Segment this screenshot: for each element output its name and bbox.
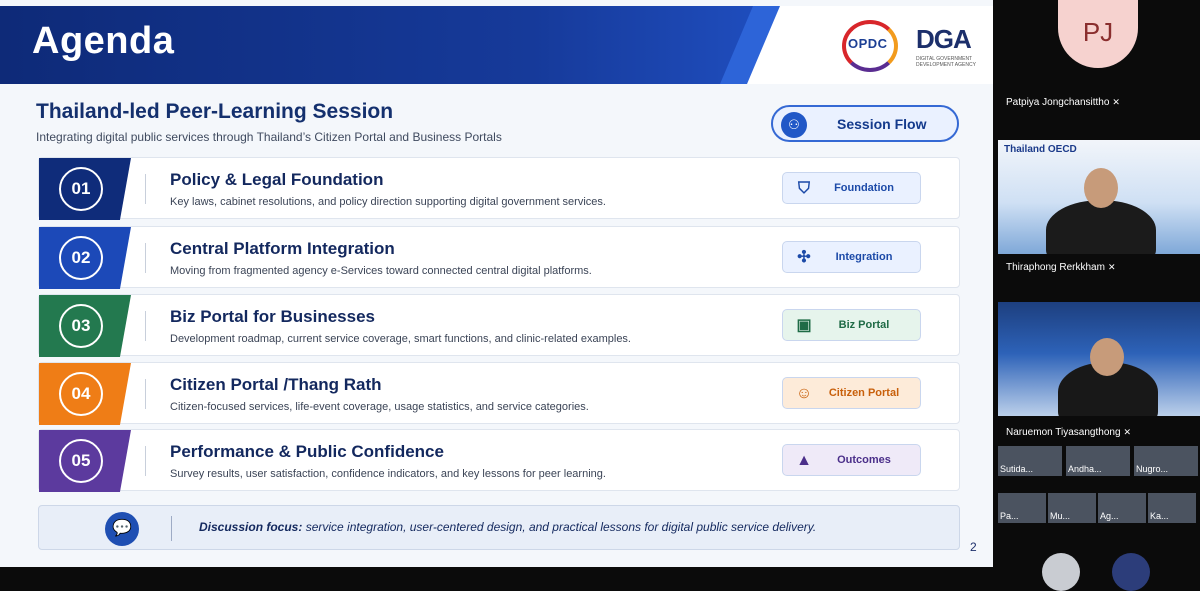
item-tag: ▲ Outcomes — [782, 444, 921, 476]
item-tag-label: Citizen Portal — [828, 387, 900, 399]
item-description: Development roadmap, current service cov… — [170, 333, 631, 345]
person-silhouette — [1046, 200, 1156, 254]
participant-name: Thiraphong Rerkkham ✕ — [1006, 262, 1116, 273]
avatar[interactable] — [1112, 553, 1150, 591]
agenda-item: 01 Policy & Legal Foundation Key laws, c… — [38, 157, 960, 220]
discussion-label: Discussion focus: — [199, 520, 303, 534]
agenda-item: 02 Central Platform Integration Moving f… — [38, 226, 960, 289]
item-description: Key laws, cabinet resolutions, and polic… — [170, 196, 606, 208]
item-number: 01 — [59, 167, 103, 211]
divider — [145, 379, 146, 409]
item-title: Performance & Public Confidence — [170, 442, 444, 461]
item-number: 02 — [59, 236, 103, 280]
video-tile[interactable]: Thailand OECD — [998, 140, 1200, 254]
avatar[interactable] — [1042, 553, 1080, 591]
video-overlay-logo: Thailand OECD — [1004, 144, 1077, 155]
slide-header: Agenda OPDC DGA DIGITAL GOVERNMENT DEVEL… — [0, 6, 993, 84]
participant-name: Patpiya Jongchansittho ✕ — [1006, 97, 1120, 108]
item-number: 04 — [59, 372, 103, 416]
thumb-tile[interactable]: Mu... — [1048, 493, 1096, 523]
session-flow-label: Session Flow — [837, 116, 927, 132]
item-title: Policy & Legal Foundation — [170, 170, 384, 189]
chat-icon: 💬 — [105, 512, 139, 546]
dga-logo-subtext: DIGITAL GOVERNMENT DEVELOPMENT AGENCY — [916, 56, 976, 68]
session-subtitle: Integrating digital public services thro… — [36, 130, 502, 144]
item-tag-label: Integration — [835, 251, 893, 263]
participants-panel: PJ Patpiya Jongchansittho ✕ Thailand OECD… — [996, 0, 1200, 591]
discussion-body: service integration, user-centered desig… — [305, 520, 817, 534]
mic-off-icon: ✕ — [1107, 262, 1116, 272]
thumb-tile[interactable]: Pa... — [998, 493, 1046, 523]
video-tile[interactable] — [998, 302, 1200, 416]
item-tag: ⛉ Foundation — [782, 172, 921, 204]
slide-title: Agenda — [32, 20, 175, 62]
item-description: Moving from fragmented agency e-Services… — [170, 265, 592, 277]
shield-icon: ⛉ — [797, 180, 810, 197]
thumb-tile[interactable]: Andha... — [1066, 446, 1130, 476]
person-head — [1090, 338, 1124, 376]
item-tag-label: Outcomes — [837, 454, 891, 466]
briefcase-icon: ▣ — [796, 317, 812, 334]
session-title: Thailand-led Peer-Learning Session — [36, 100, 394, 123]
thumb-tile[interactable]: Ka... — [1148, 493, 1196, 523]
item-tag-label: Foundation — [834, 182, 894, 194]
item-tag: ✣ Integration — [782, 241, 921, 273]
number-block: 02 — [39, 227, 131, 289]
chart-icon: ▲ — [796, 452, 812, 469]
thumb-tile[interactable]: Ag... — [1098, 493, 1146, 523]
item-tag: ▣ Biz Portal — [782, 309, 921, 341]
mic-off-icon: ✕ — [1112, 97, 1120, 107]
mic-off-icon: ✕ — [1123, 427, 1132, 437]
agenda-item: 05 Performance & Public Confidence Surve… — [38, 429, 960, 492]
number-block: 05 — [39, 430, 131, 492]
item-tag-label: Biz Portal — [838, 319, 890, 331]
agenda-item: 03 Biz Portal for Businesses Development… — [38, 294, 960, 357]
number-block: 03 — [39, 295, 131, 357]
dga-logo: DGA DIGITAL GOVERNMENT DEVELOPMENT AGENC… — [916, 22, 982, 72]
number-block: 04 — [39, 363, 131, 425]
thumb-tile[interactable]: Nugro... — [1134, 446, 1198, 476]
item-description: Citizen-focused services, life-event cov… — [170, 401, 589, 413]
divider — [145, 243, 146, 273]
divider — [145, 174, 146, 204]
people-icon: ☺ — [795, 385, 813, 402]
item-number: 05 — [59, 439, 103, 483]
participant-name: Naruemon Tiyasangthong ✕ — [1006, 427, 1132, 438]
dga-logo-text: DGA — [916, 24, 972, 54]
item-description: Survey results, user satisfaction, confi… — [170, 468, 606, 480]
network-icon: ✣ — [797, 249, 811, 266]
divider — [145, 311, 146, 341]
divider — [145, 446, 146, 476]
discussion-text: Discussion focus: service integration, u… — [199, 520, 816, 534]
discussion-focus: 💬 Discussion focus: service integration,… — [38, 505, 960, 550]
shared-slide: Agenda OPDC DGA DIGITAL GOVERNMENT DEVEL… — [0, 0, 993, 567]
page-number: 2 — [970, 540, 977, 554]
opdc-logo: OPDC — [842, 20, 902, 74]
item-title: Biz Portal for Businesses — [170, 307, 376, 326]
flow-icon: ⚇ — [781, 112, 807, 138]
item-tag: ☺ Citizen Portal — [782, 377, 921, 409]
item-title: Citizen Portal /Thang Rath — [170, 375, 382, 394]
item-number: 03 — [59, 304, 103, 348]
session-flow-badge: ⚇ Session Flow — [771, 105, 959, 142]
item-title: Central Platform Integration — [170, 239, 395, 258]
number-block: 01 — [39, 158, 131, 220]
divider — [171, 516, 172, 541]
thumb-tile[interactable]: Sutida... — [998, 446, 1062, 476]
agenda-item: 04 Citizen Portal /Thang Rath Citizen-fo… — [38, 362, 960, 425]
person-head — [1084, 168, 1118, 208]
opdc-logo-text: OPDC — [848, 36, 888, 51]
avatar[interactable]: PJ — [1058, 0, 1138, 68]
